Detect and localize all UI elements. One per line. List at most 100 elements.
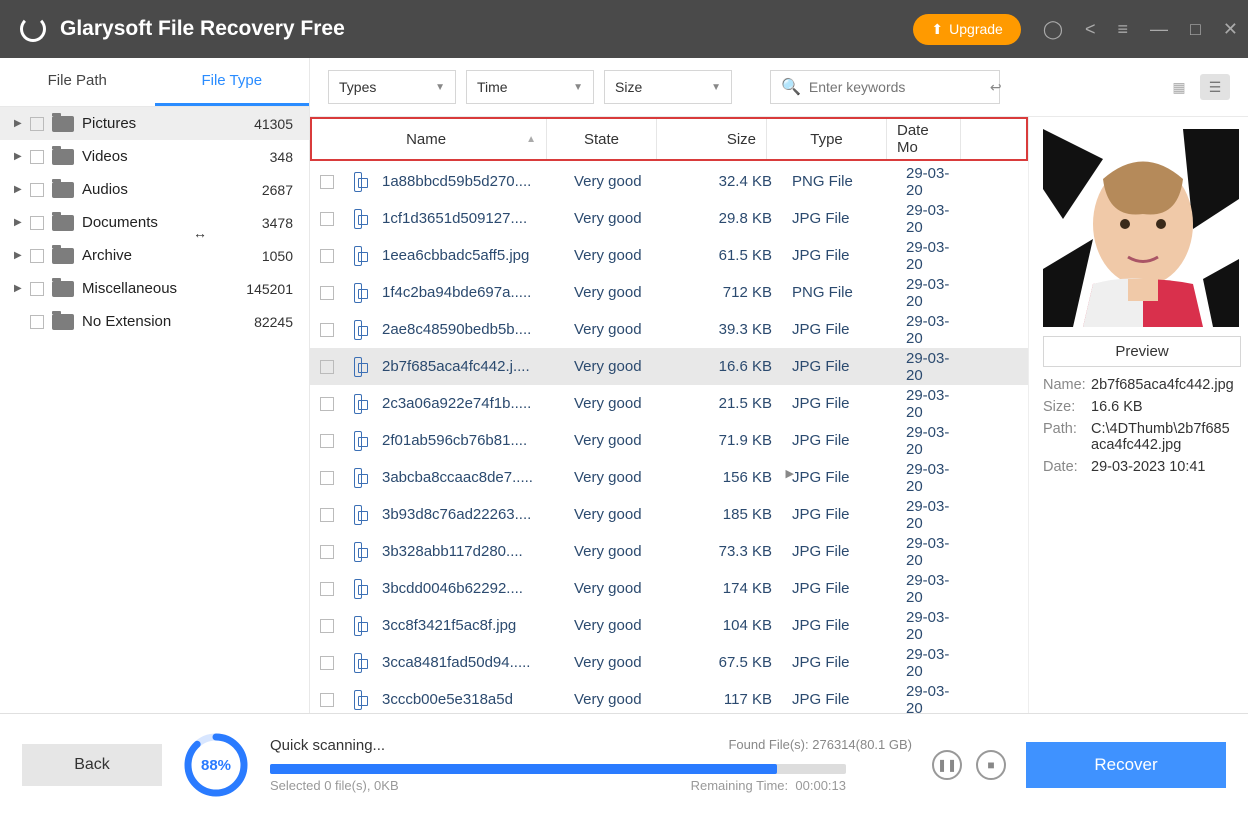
- maximize-icon[interactable]: □: [1190, 19, 1201, 40]
- folder-icon: [52, 116, 74, 132]
- row-checkbox[interactable]: [320, 434, 334, 448]
- file-date: 29-03-20: [896, 683, 962, 714]
- table-row[interactable]: 3cccb00e5e318a5d Very good 117 KB JPG Fi…: [310, 681, 1028, 713]
- preview-thumbnail: [1043, 129, 1239, 327]
- category-checkbox[interactable]: [30, 315, 44, 329]
- table-row[interactable]: 3b93d8c76ad22263.... Very good 185 KB JP…: [310, 496, 1028, 533]
- file-state: Very good: [564, 247, 674, 264]
- file-state: Very good: [564, 210, 674, 227]
- recover-button[interactable]: Recover: [1026, 742, 1226, 788]
- row-checkbox[interactable]: [320, 249, 334, 263]
- table-row[interactable]: 3abcba8ccaac8de7..... Very good 156 KB J…: [310, 459, 1028, 496]
- category-item-documents[interactable]: ▶ Documents 3478: [0, 206, 309, 239]
- table-row[interactable]: 1eea6cbbadc5aff5.jpg Very good 61.5 KB J…: [310, 237, 1028, 274]
- row-checkbox[interactable]: [320, 397, 334, 411]
- found-label: Found File(s):: [728, 737, 808, 752]
- types-dropdown[interactable]: Types▼: [328, 70, 456, 104]
- table-row[interactable]: 3b328abb117d280.... Very good 73.3 KB JP…: [310, 533, 1028, 570]
- tab-file-path[interactable]: File Path: [0, 58, 155, 106]
- col-state[interactable]: State: [547, 119, 657, 159]
- share-icon[interactable]: <: [1085, 19, 1096, 40]
- category-checkbox[interactable]: [30, 216, 44, 230]
- col-name[interactable]: Name: [406, 131, 446, 148]
- row-checkbox[interactable]: [320, 212, 334, 226]
- grid-view-button[interactable]: ▦: [1164, 74, 1194, 100]
- table-row[interactable]: 2c3a06a922e74f1b..... Very good 21.5 KB …: [310, 385, 1028, 422]
- back-button[interactable]: Back: [22, 744, 162, 786]
- table-row[interactable]: 1cf1d3651d509127.... Very good 29.8 KB J…: [310, 200, 1028, 237]
- category-label: Pictures: [82, 115, 254, 132]
- table-row[interactable]: 3cc8f3421f5ac8f.jpg Very good 104 KB JPG…: [310, 607, 1028, 644]
- stop-button[interactable]: ■: [976, 750, 1006, 780]
- table-row[interactable]: 3bcdd0046b62292.... Very good 174 KB JPG…: [310, 570, 1028, 607]
- expand-arrow-icon[interactable]: ▶: [14, 250, 24, 261]
- row-checkbox[interactable]: [320, 323, 334, 337]
- close-icon[interactable]: ✕: [1223, 19, 1238, 40]
- file-date: 29-03-20: [896, 646, 962, 680]
- upgrade-button[interactable]: ⬆ Upgrade: [913, 14, 1020, 45]
- file-type: PNG File: [782, 284, 896, 301]
- tab-file-type[interactable]: File Type: [155, 58, 310, 106]
- category-checkbox[interactable]: [30, 150, 44, 164]
- time-dropdown[interactable]: Time▼: [466, 70, 594, 104]
- row-checkbox[interactable]: [320, 545, 334, 559]
- file-name: 1a88bbcd59b5d270....: [372, 173, 564, 190]
- expand-arrow-icon[interactable]: ▶: [14, 217, 24, 228]
- size-dropdown[interactable]: Size▼: [604, 70, 732, 104]
- table-header[interactable]: Name▲ State Size Type Date Mo: [310, 117, 1028, 161]
- category-count: 145201: [246, 281, 293, 297]
- pane-expand-icon[interactable]: ▶: [786, 467, 794, 480]
- category-checkbox[interactable]: [30, 249, 44, 263]
- file-type: JPG File: [782, 617, 896, 634]
- enter-icon[interactable]: ↩: [990, 79, 1002, 96]
- preview-pane: Preview Name:2b7f685aca4fc442.jpg Size:1…: [1028, 117, 1248, 713]
- category-item-archive[interactable]: ▶ Archive 1050: [0, 239, 309, 272]
- category-checkbox[interactable]: [30, 282, 44, 296]
- file-size: 117 KB: [674, 691, 782, 708]
- col-date[interactable]: Date Mo: [887, 119, 961, 159]
- table-row[interactable]: 2ae8c48590bedb5b.... Very good 39.3 KB J…: [310, 311, 1028, 348]
- preview-button[interactable]: Preview: [1043, 336, 1241, 367]
- table-row[interactable]: 2b7f685aca4fc442.j.... Very good 16.6 KB…: [310, 348, 1028, 385]
- minimize-icon[interactable]: —: [1150, 19, 1168, 40]
- row-checkbox[interactable]: [320, 508, 334, 522]
- expand-arrow-icon[interactable]: ▶: [14, 184, 24, 195]
- expand-arrow-icon[interactable]: ▶: [14, 151, 24, 162]
- row-checkbox[interactable]: [320, 471, 334, 485]
- row-checkbox[interactable]: [320, 175, 334, 189]
- row-checkbox[interactable]: [320, 693, 334, 707]
- table-row[interactable]: 3cca8481fad50d94..... Very good 67.5 KB …: [310, 644, 1028, 681]
- row-checkbox[interactable]: [320, 286, 334, 300]
- sidebar: File Path File Type ▶ Pictures 41305▶ Vi…: [0, 58, 310, 713]
- menu-icon[interactable]: ≡: [1118, 19, 1129, 40]
- expand-arrow-icon[interactable]: ▶: [14, 283, 24, 294]
- file-state: Very good: [564, 358, 674, 375]
- file-size: 32.4 KB: [674, 173, 782, 190]
- col-size[interactable]: Size: [657, 119, 767, 159]
- search-input[interactable]: [809, 79, 990, 95]
- row-checkbox[interactable]: [320, 360, 334, 374]
- expand-arrow-icon[interactable]: ▶: [14, 118, 24, 129]
- pause-button[interactable]: ❚❚: [932, 750, 962, 780]
- table-row[interactable]: 1f4c2ba94bde697a..... Very good 712 KB P…: [310, 274, 1028, 311]
- row-checkbox[interactable]: [320, 619, 334, 633]
- row-checkbox[interactable]: [320, 582, 334, 596]
- category-item-no-extension[interactable]: No Extension 82245: [0, 305, 309, 338]
- category-checkbox[interactable]: [30, 183, 44, 197]
- list-view-button[interactable]: ☰: [1200, 74, 1230, 100]
- table-row[interactable]: 1a88bbcd59b5d270.... Very good 32.4 KB P…: [310, 163, 1028, 200]
- category-item-videos[interactable]: ▶ Videos 348: [0, 140, 309, 173]
- search-box[interactable]: 🔍 ↩: [770, 70, 1000, 104]
- category-item-audios[interactable]: ▶ Audios 2687: [0, 173, 309, 206]
- table-row[interactable]: 2f01ab596cb76b81.... Very good 71.9 KB J…: [310, 422, 1028, 459]
- row-checkbox[interactable]: [320, 656, 334, 670]
- category-checkbox[interactable]: [30, 117, 44, 131]
- account-icon[interactable]: ◯: [1043, 19, 1063, 40]
- file-state: Very good: [564, 432, 674, 449]
- col-type[interactable]: Type: [767, 119, 887, 159]
- category-item-miscellaneous[interactable]: ▶ Miscellaneous 145201: [0, 272, 309, 305]
- file-type: JPG File: [782, 395, 896, 412]
- category-item-pictures[interactable]: ▶ Pictures 41305: [0, 107, 309, 140]
- chevron-down-icon: ▼: [573, 82, 583, 93]
- category-label: Miscellaneous: [82, 280, 246, 297]
